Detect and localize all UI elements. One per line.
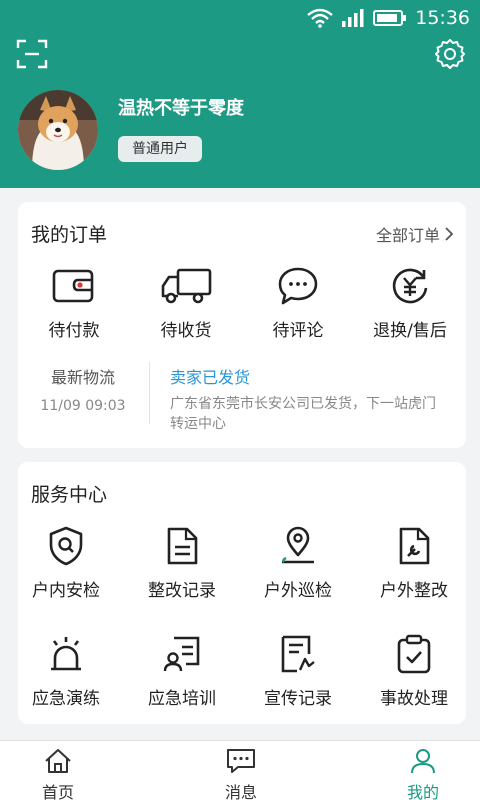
location-pin-icon — [282, 526, 314, 564]
publicity-icon — [281, 635, 315, 673]
service-emergency-training[interactable]: 应急培训 — [126, 632, 238, 709]
order-pending-review[interactable]: 待评论 — [242, 264, 354, 341]
clipboard-check-icon — [397, 634, 431, 674]
service-outdoor-patrol[interactable]: 户外巡检 — [242, 524, 354, 601]
order-pending-payment-label: 待付款 — [48, 321, 100, 341]
role-badge: 普通用户 — [118, 136, 202, 162]
service-publicity-records[interactable]: 宣传记录 — [242, 632, 354, 709]
comment-icon — [278, 267, 318, 305]
user-icon — [411, 749, 435, 774]
logistics-status[interactable]: 卖家已发货 — [170, 364, 250, 388]
status-bar: 15:36 — [0, 0, 480, 36]
logistics-detail: 广东省东莞市长安公司已发货，下一站虎门转运中心 — [170, 396, 436, 432]
service-rectification-records[interactable]: 整改记录 — [126, 524, 238, 601]
shield-search-icon — [49, 526, 83, 566]
service-indoor-inspection-label: 户内安检 — [32, 581, 100, 601]
settings-button[interactable] — [434, 38, 466, 70]
service-accident-handling-label: 事故处理 — [380, 689, 448, 709]
alarm-light-icon — [51, 637, 81, 671]
scan-button[interactable] — [16, 38, 48, 70]
orders-title: 我的订单 — [31, 224, 108, 246]
service-emergency-training-label: 应急培训 — [148, 689, 216, 709]
refund-icon — [392, 268, 428, 304]
order-pending-payment[interactable]: 待付款 — [18, 264, 130, 341]
wallet-icon — [52, 269, 94, 303]
battery-icon — [373, 10, 407, 26]
order-refund-aftersale-label: 退换/售后 — [373, 321, 447, 341]
profile-header: 15:36 温热不等于零度 普通用户 — [0, 0, 480, 188]
services-title: 服务中心 — [31, 484, 108, 506]
orders-card: 我的订单 全部订单 待付款 待收货 待评论 退换/售后 最新物流 11/09 0… — [18, 202, 466, 448]
status-time: 15:36 — [415, 7, 470, 29]
wifi-icon — [307, 8, 334, 28]
services-card: 服务中心 户内安检 整改记录 户外巡检 户外整改 应急演练 应急培训 宣传记录 … — [18, 462, 466, 724]
document-icon — [167, 527, 198, 565]
order-pending-receipt-label: 待收货 — [160, 321, 212, 341]
order-pending-receipt[interactable]: 待收货 — [130, 264, 242, 341]
service-emergency-drill[interactable]: 应急演练 — [10, 632, 122, 709]
avatar[interactable] — [18, 90, 98, 170]
tab-messages-label: 消息 — [224, 783, 257, 800]
service-publicity-records-label: 宣传记录 — [264, 689, 332, 709]
tab-messages[interactable]: 消息 — [201, 747, 281, 800]
training-icon — [163, 636, 200, 672]
service-emergency-drill-label: 应急演练 — [32, 689, 100, 709]
all-orders-link[interactable]: 全部订单 — [376, 222, 454, 246]
service-indoor-inspection[interactable]: 户内安检 — [10, 524, 122, 601]
service-outdoor-patrol-label: 户外巡检 — [264, 581, 332, 601]
signal-icon — [342, 9, 364, 27]
tab-home-label: 首页 — [41, 783, 74, 800]
all-orders-label: 全部订单 — [375, 226, 440, 245]
logistics-time: 11/09 09:03 — [40, 398, 126, 414]
truck-icon — [161, 268, 212, 304]
service-outdoor-rectification[interactable]: 户外整改 — [358, 524, 470, 601]
logistics-divider — [149, 362, 150, 424]
logistics-summary[interactable]: 最新物流 11/09 09:03 — [18, 364, 148, 414]
service-rectification-records-label: 整改记录 — [148, 581, 216, 601]
scan-icon — [16, 39, 48, 69]
username: 温热不等于零度 — [118, 98, 244, 119]
gear-icon — [435, 39, 465, 69]
tab-mine-label: 我的 — [406, 783, 439, 800]
chevron-right-icon — [445, 227, 454, 241]
wrench-doc-icon — [399, 527, 430, 565]
bottom-tab-bar: 首页 消息 我的 — [0, 740, 480, 800]
tab-home[interactable]: 首页 — [18, 747, 98, 800]
tab-mine[interactable]: 我的 — [383, 747, 463, 800]
logistics-title: 最新物流 — [50, 368, 115, 387]
service-outdoor-rectification-label: 户外整改 — [380, 581, 448, 601]
order-refund-aftersale[interactable]: 退换/售后 — [354, 264, 466, 341]
order-pending-review-label: 待评论 — [272, 321, 324, 341]
home-icon — [45, 749, 71, 773]
shiba-avatar-image — [18, 90, 98, 170]
service-accident-handling[interactable]: 事故处理 — [358, 632, 470, 709]
message-icon — [227, 749, 255, 773]
